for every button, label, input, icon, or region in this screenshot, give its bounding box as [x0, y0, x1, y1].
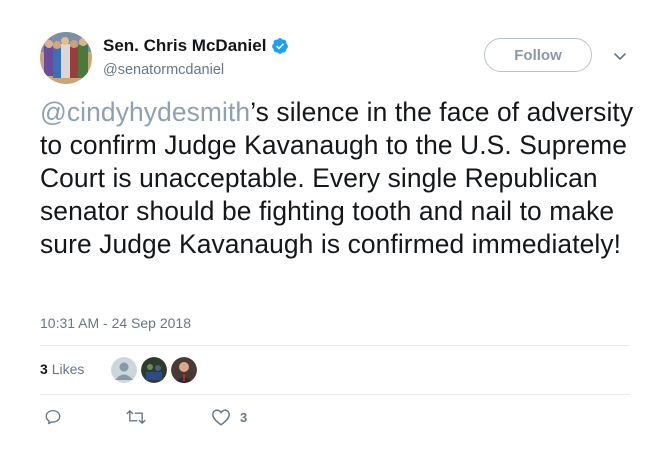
reply-icon: [44, 408, 62, 426]
follow-button[interactable]: Follow: [484, 38, 592, 72]
like-count: 3: [240, 409, 248, 425]
author-name-row[interactable]: Sen. Chris McDaniel: [103, 36, 289, 56]
likes-summary[interactable]: 3 Likes: [40, 361, 84, 377]
profile-avatar[interactable]: [40, 32, 92, 84]
display-name[interactable]: Sen. Chris McDaniel: [103, 36, 266, 56]
retweet-button[interactable]: [126, 406, 155, 428]
retweet-icon: [126, 408, 146, 426]
divider: [40, 345, 630, 346]
verified-badge-icon: [271, 37, 289, 55]
reply-button[interactable]: [44, 406, 71, 428]
liker-avatar[interactable]: [111, 357, 137, 383]
likes-count: 3: [40, 361, 48, 377]
author-handle[interactable]: @senatormcdaniel: [103, 62, 224, 78]
tweet-text: @cindyhydesmith’s silence in the face of…: [40, 96, 640, 261]
likes-label: Likes: [51, 361, 85, 377]
liker-avatar[interactable]: [141, 357, 167, 383]
liker-avatar[interactable]: [171, 357, 197, 383]
like-button[interactable]: 3: [211, 406, 247, 428]
heart-icon: [211, 408, 231, 426]
divider: [40, 394, 630, 395]
tweet-timestamp[interactable]: 10:31 AM - 24 Sep 2018: [40, 315, 191, 331]
chevron-down-icon[interactable]: [612, 50, 628, 62]
mention-link[interactable]: @cindyhydesmith: [40, 97, 250, 127]
